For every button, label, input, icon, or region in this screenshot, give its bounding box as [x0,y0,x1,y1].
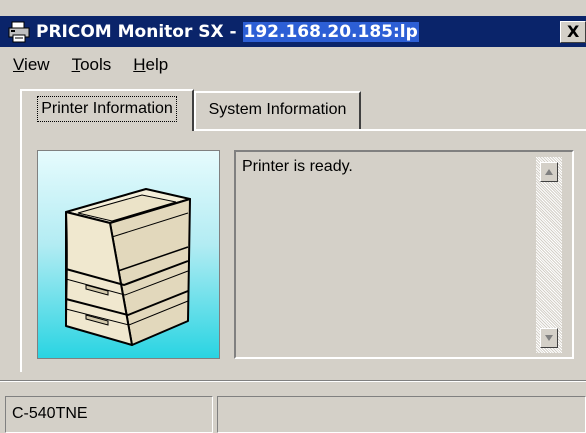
title-prefix: PRICOM Monitor SX - [36,22,243,42]
close-icon: X [567,22,580,41]
printer-icon [65,188,191,346]
status-message-box[interactable]: Printer is ready. [234,150,574,359]
window-title: PRICOM Monitor SX - 192.168.20.185:lp [36,20,419,44]
title-bar[interactable]: PRICOM Monitor SX - 192.168.20.185:lp X [0,16,586,47]
status-bar: C-540TNE [0,396,586,433]
tab-system-information[interactable]: System Information [194,91,361,129]
menu-help[interactable]: Help [120,52,177,78]
tab-label: Printer Information [37,96,177,122]
tab-printer-information[interactable]: Printer Information [20,89,194,131]
title-host: 192.168.20.185:lp [242,22,419,42]
monitor-window: PRICOM Monitor SX - 192.168.20.185:lp X … [0,0,586,433]
status-pane-model: C-540TNE [5,396,213,433]
status-pane-info [217,396,586,433]
printer-image [37,150,220,359]
arrow-up-icon [545,169,553,175]
menu-view[interactable]: View [0,52,59,78]
vertical-scrollbar[interactable] [536,157,562,353]
status-message: Printer is ready. [242,158,353,175]
arrow-down-icon [545,335,553,341]
menu-bar: View Tools Help [0,52,177,78]
separator [0,380,586,382]
scroll-down-button[interactable] [540,328,558,348]
close-button[interactable]: X [560,21,586,43]
tab-label: System Information [208,101,347,118]
scroll-up-button[interactable] [540,162,558,182]
app-printer-icon [8,21,30,43]
menu-tools[interactable]: Tools [59,52,121,78]
